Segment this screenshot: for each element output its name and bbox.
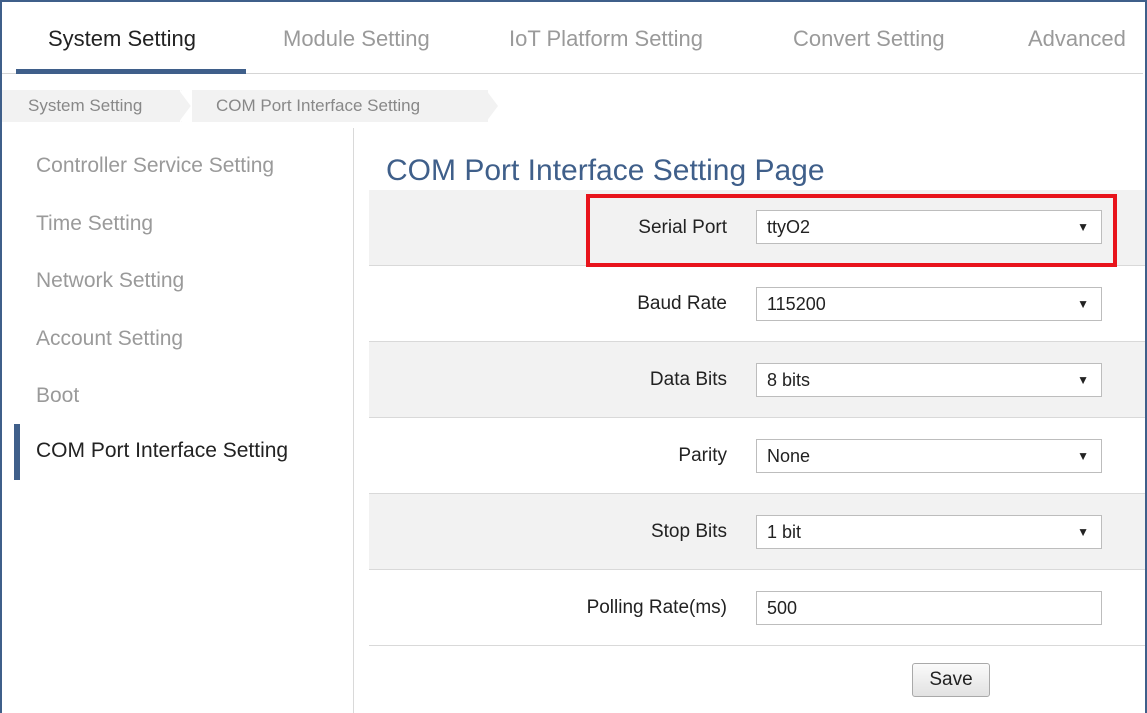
sidebar-item-com-port-interface[interactable]: COM Port Interface Setting <box>36 439 288 463</box>
sidebar-item-controller-service[interactable]: Controller Service Setting <box>36 154 274 178</box>
stop-bits-select[interactable]: 1 bit ▼ <box>756 515 1102 549</box>
sidebar-item-network-setting[interactable]: Network Setting <box>36 269 184 293</box>
parity-label: Parity <box>678 445 727 466</box>
form-row-baud-rate: Baud Rate 115200 ▼ <box>369 266 1145 342</box>
data-bits-label: Data Bits <box>649 369 727 390</box>
baud-rate-label: Baud Rate <box>637 293 727 314</box>
data-bits-select[interactable]: 8 bits ▼ <box>756 363 1102 397</box>
top-tab-bar: System Setting Module Setting IoT Platfo… <box>2 2 1143 74</box>
breadcrumb-separator-icon <box>180 90 192 122</box>
polling-rate-label: Polling Rate(ms) <box>586 597 727 618</box>
breadcrumb-item-com-port[interactable]: COM Port Interface Setting <box>192 90 498 122</box>
sidebar: Controller Service Setting Time Setting … <box>2 128 354 713</box>
tab-iot-platform-setting[interactable]: IoT Platform Setting <box>509 26 703 52</box>
breadcrumb-item-system-setting[interactable]: System Setting <box>2 90 192 122</box>
tab-advanced[interactable]: Advanced <box>1028 26 1126 52</box>
tab-convert-setting[interactable]: Convert Setting <box>793 26 945 52</box>
polling-rate-value: 500 <box>767 598 798 618</box>
stop-bits-value: 1 bit <box>767 522 802 542</box>
sidebar-item-boot[interactable]: Boot <box>36 384 79 408</box>
baud-rate-value: 115200 <box>767 294 826 314</box>
baud-rate-select[interactable]: 115200 ▼ <box>756 287 1102 321</box>
stop-bits-label: Stop Bits <box>650 521 727 542</box>
dropdown-arrow-icon: ▼ <box>1077 449 1089 463</box>
dropdown-arrow-icon: ▼ <box>1077 373 1089 387</box>
tab-system-setting[interactable]: System Setting <box>48 26 196 52</box>
form-row-polling-rate: Polling Rate(ms) 500 <box>369 570 1145 646</box>
save-button[interactable]: Save <box>912 663 990 697</box>
data-bits-value: 8 bits <box>767 370 811 390</box>
parity-select[interactable]: None ▼ <box>756 439 1102 473</box>
polling-rate-input[interactable]: 500 <box>756 591 1102 625</box>
breadcrumb-label: System Setting <box>28 96 143 115</box>
parity-value: None <box>767 446 811 466</box>
sidebar-item-account-setting[interactable]: Account Setting <box>36 327 183 351</box>
page-title: COM Port Interface Setting Page <box>386 154 825 187</box>
active-tab-indicator <box>16 69 246 74</box>
breadcrumb-separator-icon <box>486 90 498 122</box>
breadcrumb-label: COM Port Interface Setting <box>216 96 421 115</box>
breadcrumb: System Setting COM Port Interface Settin… <box>2 90 1143 122</box>
dropdown-arrow-icon: ▼ <box>1077 297 1089 311</box>
tab-module-setting[interactable]: Module Setting <box>283 26 430 52</box>
active-sidebar-indicator <box>14 424 20 480</box>
sidebar-item-time-setting[interactable]: Time Setting <box>36 212 153 236</box>
form-row-data-bits: Data Bits 8 bits ▼ <box>369 342 1145 418</box>
dropdown-arrow-icon: ▼ <box>1077 525 1089 539</box>
form-row-stop-bits: Stop Bits 1 bit ▼ <box>369 494 1145 570</box>
form-row-parity: Parity None ▼ <box>369 418 1145 494</box>
highlight-box <box>586 194 1117 267</box>
